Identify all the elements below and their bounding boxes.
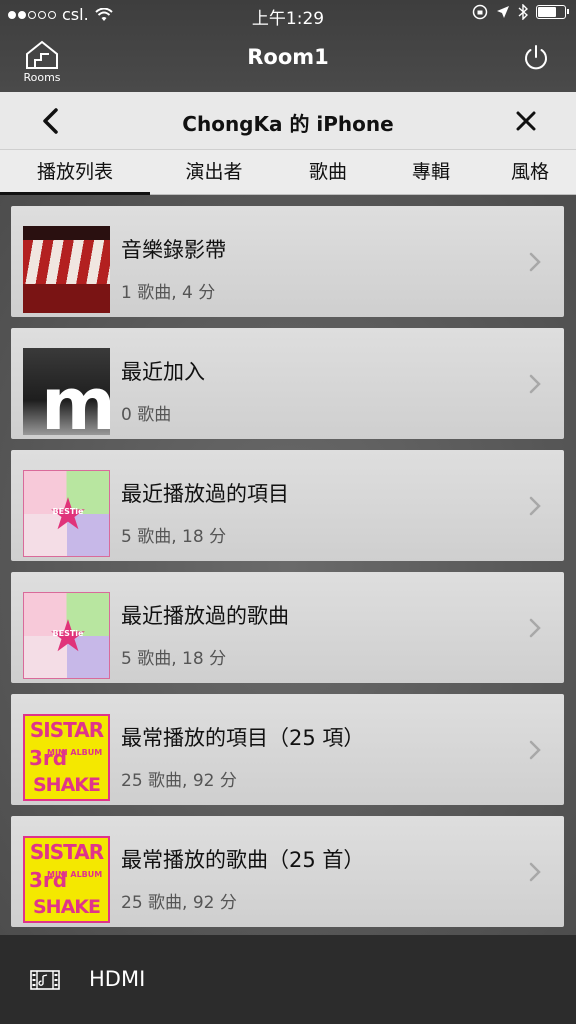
album-art-text: MINI ALBUM — [47, 748, 103, 757]
chevron-right-icon — [529, 862, 541, 882]
now-playing-source: HDMI — [89, 967, 146, 991]
tab-bar: 播放列表 演出者 歌曲 專輯 風格 — [0, 150, 576, 196]
list-item-subtitle: 5 歌曲, 18 分 — [121, 527, 227, 547]
list-item[interactable]: ★ BESTie 最近播放過的項目 5 歌曲, 18 分 — [11, 450, 564, 561]
list-item-subtitle: 25 歌曲, 92 分 — [121, 893, 237, 913]
status-bar: csl. 上午1:29 — [0, 0, 576, 30]
list-item-title: 音樂錄影帶 — [121, 238, 226, 262]
album-art-text: MINI ALBUM — [47, 870, 103, 879]
location-icon — [497, 6, 509, 18]
tab-artists[interactable]: 演出者 — [150, 150, 278, 195]
source-title: ChongKa 的 iPhone — [182, 112, 394, 136]
list-item[interactable]: m 最近加入 0 歌曲 — [11, 328, 564, 439]
chevron-right-icon — [529, 374, 541, 394]
list-item-title: 最近加入 — [121, 360, 205, 384]
tab-albums[interactable]: 專輯 — [378, 150, 484, 195]
list-item-subtitle: 5 歌曲, 18 分 — [121, 649, 227, 669]
app-title: Room1 — [247, 45, 329, 69]
rooms-label: Rooms — [23, 71, 61, 84]
list-item-title: 最常播放的項目（25 項） — [121, 726, 365, 750]
top-bar: csl. 上午1:29 Rooms Room1 — [0, 0, 576, 92]
tab-genres[interactable]: 風格 — [484, 150, 576, 195]
music-video-thumbnail — [23, 226, 110, 313]
bluetooth-icon — [518, 4, 528, 20]
list-item[interactable]: SISTAR 3rd MINI ALBUM SHAKE IT 最常播放的項目（2… — [11, 694, 564, 805]
recently-added-thumbnail: m — [23, 348, 110, 435]
list-item-subtitle: 0 歌曲 — [121, 405, 172, 425]
chevron-right-icon — [529, 496, 541, 516]
battery-fill — [538, 7, 557, 17]
list-item-title: 最近播放過的項目 — [121, 482, 289, 506]
thumbnail-letter: m — [41, 362, 110, 435]
album-art-text: BESTie — [52, 507, 84, 516]
status-right — [472, 4, 569, 20]
album-art-thumbnail: ★ BESTie — [23, 592, 110, 679]
album-art-text: SISTAR — [29, 718, 104, 742]
chevron-right-icon — [529, 618, 541, 638]
close-icon[interactable] — [512, 107, 540, 135]
list-item-subtitle: 1 歌曲, 4 分 — [121, 283, 216, 303]
list-item[interactable]: SISTAR 3rd MINI ALBUM SHAKE IT 最常播放的歌曲（2… — [11, 816, 564, 927]
list-item[interactable]: ★ BESTie 最近播放過的歌曲 5 歌曲, 18 分 — [11, 572, 564, 683]
album-art-text: SHAKE IT — [33, 774, 101, 799]
album-art-text: BESTie — [52, 629, 84, 638]
album-art-thumbnail: SISTAR 3rd MINI ALBUM SHAKE IT — [23, 836, 110, 923]
battery-icon — [536, 5, 569, 19]
playlist-list: 音樂錄影帶 1 歌曲, 4 分 m 最近加入 0 歌曲 ★ BESTie 最近播… — [0, 195, 576, 935]
list-item-title: 最近播放過的歌曲 — [121, 604, 289, 628]
list-item-title: 最常播放的歌曲（25 首） — [121, 848, 365, 872]
list-item-subtitle: 25 歌曲, 92 分 — [121, 771, 237, 791]
tab-songs[interactable]: 歌曲 — [278, 150, 378, 195]
film-icon — [30, 970, 60, 990]
chevron-right-icon — [529, 252, 541, 272]
rotation-lock-icon — [472, 4, 488, 20]
album-art-text: SISTAR — [29, 840, 104, 864]
album-art-text: SHAKE IT — [33, 896, 101, 921]
app-header: Rooms Room1 — [0, 30, 576, 92]
album-art-thumbnail: SISTAR 3rd MINI ALBUM SHAKE IT — [23, 714, 110, 801]
album-art-thumbnail: ★ BESTie — [23, 470, 110, 557]
tab-playlists[interactable]: 播放列表 — [0, 150, 150, 196]
source-header: ChongKa 的 iPhone — [0, 92, 576, 150]
list-item[interactable]: 音樂錄影帶 1 歌曲, 4 分 — [11, 206, 564, 317]
power-icon[interactable] — [522, 44, 550, 72]
chevron-right-icon — [529, 740, 541, 760]
now-playing-bar[interactable]: HDMI — [0, 935, 576, 1024]
